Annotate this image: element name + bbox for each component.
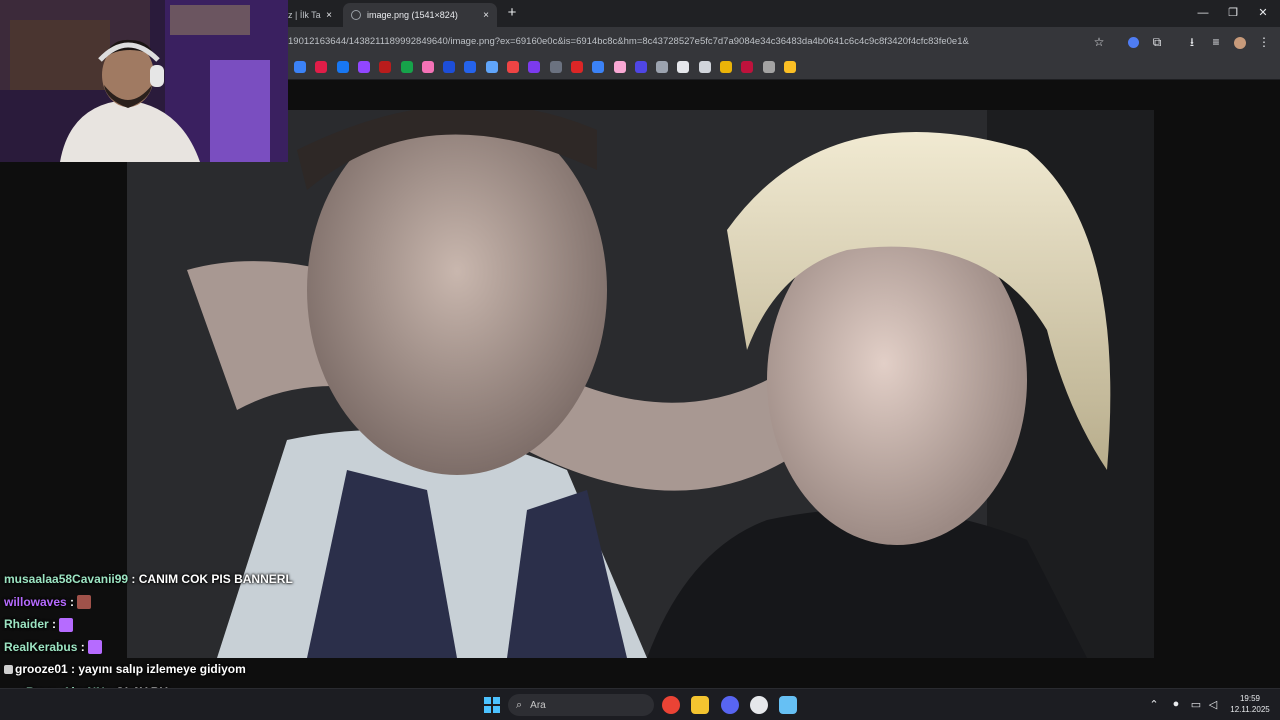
tray-overflow-icon[interactable]: ⌃ bbox=[1147, 698, 1161, 711]
window-close-icon[interactable]: ✕ bbox=[1248, 4, 1278, 22]
taskbar-file-explorer-icon[interactable] bbox=[691, 696, 709, 714]
bookmark-icon[interactable] bbox=[741, 61, 754, 73]
chat-username[interactable]: musaalaa58Cavanii99 bbox=[4, 572, 128, 586]
chat-message: musaalaa58Cavanii99 : CANIM COK PIS BANN… bbox=[4, 568, 304, 591]
restore-icon[interactable]: ❐ bbox=[1218, 4, 1248, 22]
bookmark-icon[interactable] bbox=[400, 61, 413, 73]
download-icon[interactable]: ⭳ bbox=[1184, 34, 1200, 50]
bookmark-icon[interactable] bbox=[421, 61, 434, 73]
bookmark-icon[interactable] bbox=[762, 61, 775, 73]
chat-username[interactable]: willowaves bbox=[4, 595, 67, 609]
minimize-icon[interactable]: — bbox=[1188, 4, 1218, 22]
bookmark-icon[interactable] bbox=[570, 61, 583, 73]
tab-close-icon[interactable]: × bbox=[322, 10, 336, 21]
screen: z | İlk Ta × image.png (1541×824) × + — … bbox=[0, 0, 1280, 720]
chat-message: RealKerabus : bbox=[4, 636, 304, 659]
tab-image[interactable]: image.png (1541×824) × bbox=[343, 3, 497, 27]
volume-icon[interactable]: ◁ bbox=[1206, 698, 1220, 711]
chat-message: Rhaider : bbox=[4, 613, 304, 636]
chat-message: grooze01 : yayını salıp izlemeye gidiyom bbox=[4, 658, 304, 681]
chat-username[interactable]: RealKerabus bbox=[4, 640, 77, 654]
taskbar-app-notification-icon[interactable] bbox=[750, 696, 768, 714]
bookmark-icon[interactable] bbox=[698, 61, 711, 73]
clock-date: 12.11.2025 bbox=[1230, 705, 1270, 714]
bookmark-icon[interactable] bbox=[315, 61, 328, 73]
microphone-icon[interactable]: ● bbox=[1169, 698, 1183, 710]
bookmark-icon[interactable] bbox=[357, 61, 370, 73]
taskbar-search[interactable]: ⌕ Ara bbox=[508, 694, 654, 716]
bookmark-icon[interactable] bbox=[549, 61, 562, 73]
bookmark-icon[interactable] bbox=[294, 61, 306, 73]
chat-message: willowaves : bbox=[4, 591, 304, 614]
webcam-overlay bbox=[0, 0, 288, 162]
extension-circle-icon[interactable] bbox=[1125, 34, 1141, 50]
chat-emote-icon bbox=[77, 595, 92, 610]
bookmark-icon[interactable] bbox=[443, 61, 456, 73]
tab-title: z | İlk Ta bbox=[288, 10, 321, 20]
system-clock[interactable]: 19:59 12.11.2025 bbox=[1226, 693, 1274, 715]
chat-username[interactable]: grooze01 bbox=[15, 662, 68, 676]
bookmark-icon[interactable] bbox=[485, 61, 498, 73]
chat-separator: : bbox=[67, 662, 79, 676]
search-placeholder: Ara bbox=[530, 699, 546, 711]
chat-badge-icon bbox=[4, 665, 13, 675]
windows-start-icon[interactable] bbox=[484, 697, 500, 713]
bookmark-icon[interactable] bbox=[783, 61, 796, 73]
search-icon: ⌕ bbox=[516, 698, 523, 711]
tab-close-icon[interactable]: × bbox=[479, 10, 493, 21]
tab-title: image.png (1541×824) bbox=[367, 10, 458, 20]
chat-separator: : bbox=[48, 617, 60, 631]
chat-separator: : bbox=[128, 572, 139, 586]
bookmark-icon[interactable] bbox=[528, 61, 541, 73]
bookmark-icon[interactable] bbox=[720, 61, 732, 73]
bookmark-star-icon[interactable]: ☆ bbox=[1091, 34, 1107, 50]
media-control-icon[interactable]: ≡ bbox=[1208, 34, 1224, 50]
bookmark-icon[interactable] bbox=[592, 61, 605, 73]
bookmark-icon[interactable] bbox=[379, 61, 392, 73]
bookmark-icon[interactable] bbox=[464, 61, 477, 73]
taskbar-chrome-icon[interactable] bbox=[662, 696, 680, 714]
chat-emote-icon bbox=[88, 640, 103, 655]
bookmark-icon[interactable] bbox=[634, 61, 647, 73]
globe-icon bbox=[351, 10, 361, 20]
tab-previous[interactable]: z | İlk Ta × bbox=[288, 3, 340, 27]
chat-text: yayını salıp izlemeye gidiyom bbox=[78, 662, 246, 676]
clock-time: 19:59 bbox=[1239, 694, 1261, 703]
chat-separator: : bbox=[66, 594, 78, 609]
bookmark-icon[interactable] bbox=[613, 61, 626, 73]
taskbar-discord-icon[interactable] bbox=[721, 696, 739, 714]
chat-username[interactable]: Rhaider bbox=[4, 617, 49, 631]
windows-taskbar: ⌕ Ara ⌃ ● ▭ ◁ 19:59 12.11.2025 bbox=[0, 688, 1280, 720]
webcam-feed bbox=[0, 0, 288, 162]
chat-text: CANIM COK PIS BANNERL bbox=[138, 572, 293, 586]
bookmark-icon[interactable] bbox=[336, 61, 349, 73]
bookmark-icon[interactable] bbox=[656, 61, 669, 73]
profile-avatar[interactable] bbox=[1232, 34, 1248, 50]
bookmark-icon[interactable] bbox=[677, 61, 690, 73]
taskbar-steam-icon[interactable] bbox=[779, 696, 797, 714]
menu-icon[interactable]: ⋮ bbox=[1256, 34, 1272, 50]
network-icon[interactable]: ▭ bbox=[1189, 698, 1203, 711]
chat-separator: : bbox=[77, 639, 89, 654]
new-tab-icon[interactable]: + bbox=[504, 5, 520, 21]
bookmark-icon[interactable] bbox=[507, 61, 519, 73]
address-bar[interactable]: 19012163644/1438211189992849640/image.pn… bbox=[288, 36, 969, 47]
chat-emote-icon bbox=[59, 617, 74, 632]
extensions-icon[interactable]: ⧉ bbox=[1149, 34, 1165, 50]
